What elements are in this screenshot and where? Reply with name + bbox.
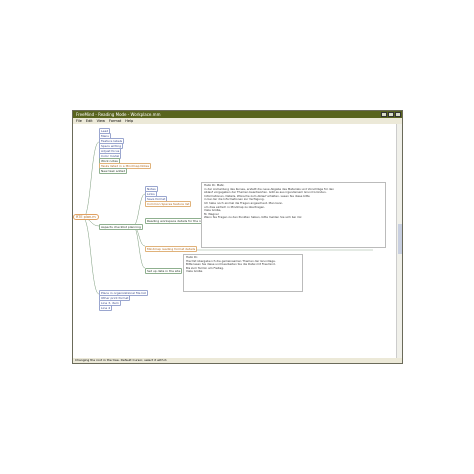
root-node[interactable]: RTE plan.m [73,214,99,220]
window-title: FreeMind - Reading Mode - Workplace.mm [76,112,161,117]
note-line: Viele Grüße [186,270,203,274]
vertical-scrollbar[interactable] [396,124,402,360]
close-button[interactable] [395,112,401,117]
topic-node[interactable]: Line 4 [99,305,113,311]
minimize-button[interactable] [381,112,387,117]
note-panel: Hallo Dr. Metz, in der Anmeldung des Kur… [201,182,386,248]
status-bar: Changing the root in the tree. Default C… [73,358,402,363]
maximize-button[interactable] [388,112,394,117]
topic-node[interactable]: Common Spaces feature list [145,201,192,207]
topic-node[interactable]: New task added [99,168,128,174]
vertical-scroll-thumb[interactable] [398,224,402,254]
branch-node[interactable]: Set up data in the site [145,268,183,274]
title-bar[interactable]: FreeMind - Reading Mode - Workplace.mm [73,111,402,118]
mindmap-canvas[interactable]: RTE plan.m Lead Menu Feature labels Spec… [73,124,398,360]
app-window: FreeMind - Reading Mode - Workplace.mm F… [72,110,403,364]
branch-node[interactable]: Mindmap reading format details [145,246,198,252]
note-line: Wenn Sie Fragen zu den Punkten haben, bi… [204,216,303,220]
branch-node[interactable]: Aspects checklist planning [99,224,143,230]
note-parent-node[interactable]: Reading workspace details for the notes [145,218,210,224]
status-text: Changing the root in the tree. Default C… [75,358,168,362]
note-panel: Hallo Dr. Hiermit übergebe ich die gemei… [183,254,303,292]
window-controls [381,112,401,117]
